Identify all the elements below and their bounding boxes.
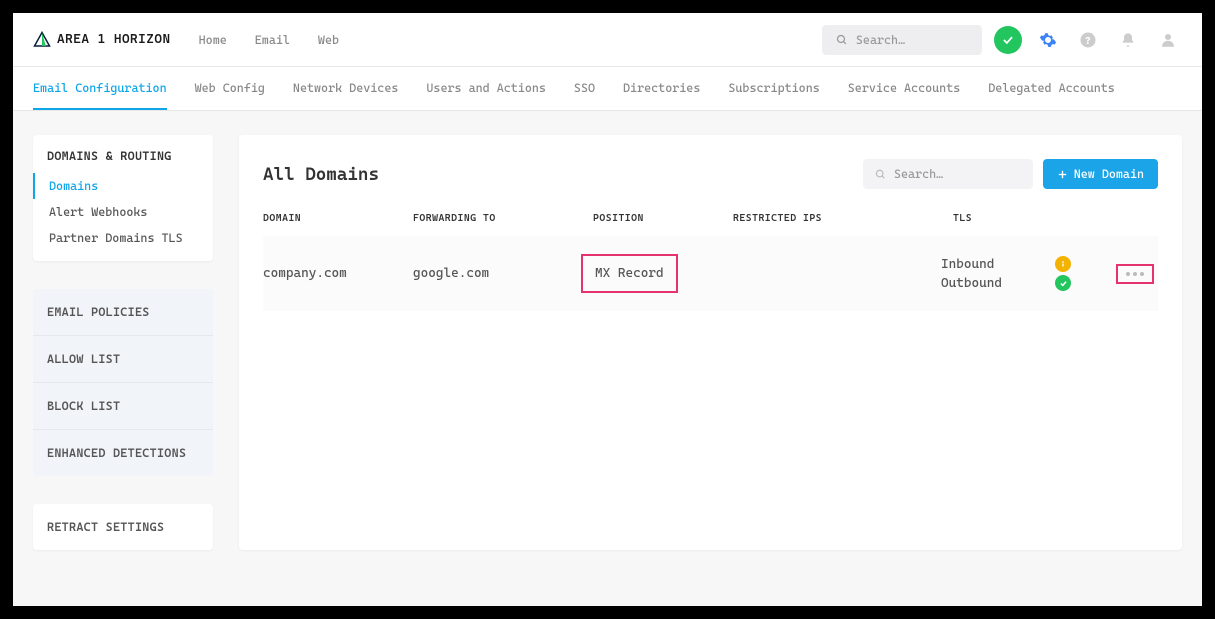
global-search[interactable]	[822, 25, 982, 55]
secondary-nav: Email Configuration Web Config Network D…	[13, 67, 1202, 111]
sidebar-section-retract-settings[interactable]: RETRACT SETTINGS	[33, 504, 213, 550]
col-position: Position	[593, 213, 733, 224]
user-icon[interactable]	[1154, 26, 1182, 54]
sidebar-item-partner-tls[interactable]: Partner Domains TLS	[33, 225, 213, 251]
top-nav: Home Email Web	[199, 33, 339, 47]
cell-tls: Inbound Outbound	[941, 256, 1071, 291]
domains-table: Domain Forwarding To Position Restricted…	[263, 213, 1158, 311]
check-icon	[1055, 275, 1071, 291]
bell-icon[interactable]	[1114, 26, 1142, 54]
logo-icon	[33, 31, 51, 49]
global-search-input[interactable]	[856, 33, 968, 47]
col-tls: TLS	[953, 213, 1083, 224]
tls-outbound-label: Outbound	[941, 276, 1002, 291]
help-icon[interactable]: ?	[1074, 26, 1102, 54]
sidebar-item-domains[interactable]: Domains	[33, 173, 213, 199]
tab-subscriptions[interactable]: Subscriptions	[728, 68, 819, 110]
search-icon	[875, 168, 886, 181]
settings-icon[interactable]	[1034, 26, 1062, 54]
page-title: All Domains	[263, 164, 379, 185]
col-forwarding: Forwarding To	[413, 213, 593, 224]
sidebar: DOMAINS & ROUTING Domains Alert Webhooks…	[33, 135, 213, 550]
tab-users-actions[interactable]: Users and Actions	[426, 68, 546, 110]
tab-network-devices[interactable]: Network Devices	[293, 68, 398, 110]
brand-name: AREA 1 HORIZON	[57, 32, 171, 47]
table-search[interactable]	[863, 159, 1033, 189]
cell-forwarding: google.com	[413, 266, 593, 281]
sidebar-section-block-list[interactable]: BLOCK LIST	[33, 383, 213, 430]
nav-home[interactable]: Home	[199, 33, 227, 47]
status-ok-icon[interactable]	[994, 26, 1022, 54]
plus-icon	[1057, 169, 1068, 180]
col-domain: Domain	[263, 213, 413, 224]
warning-icon	[1055, 256, 1071, 272]
sidebar-section-email-policies[interactable]: EMAIL POLICIES	[33, 289, 213, 336]
cell-domain: company.com	[263, 266, 413, 281]
tab-web-config[interactable]: Web Config	[195, 68, 265, 110]
new-domain-button[interactable]: New Domain	[1043, 159, 1158, 189]
brand-logo[interactable]: AREA 1 HORIZON	[33, 31, 171, 49]
tab-service-accounts[interactable]: Service Accounts	[848, 68, 961, 110]
new-domain-label: New Domain	[1074, 167, 1144, 181]
tls-inbound-label: Inbound	[941, 257, 994, 272]
main-panel: All Domains New Domain Domain Forward	[239, 135, 1182, 550]
ellipsis-icon	[1126, 272, 1144, 276]
row-actions-button[interactable]	[1116, 264, 1154, 284]
sidebar-section-enhanced-detections[interactable]: ENHANCED DETECTIONS	[33, 430, 213, 476]
sidebar-item-alert-webhooks[interactable]: Alert Webhooks	[33, 199, 213, 225]
nav-email[interactable]: Email	[255, 33, 290, 47]
col-restricted-ips: Restricted IPs	[733, 213, 953, 224]
nav-web[interactable]: Web	[318, 33, 339, 47]
tab-email-config[interactable]: Email Configuration	[33, 68, 167, 110]
cell-position: MX Record	[581, 254, 678, 293]
table-search-input[interactable]	[894, 167, 1021, 181]
search-icon	[836, 33, 848, 47]
tab-directories[interactable]: Directories	[623, 68, 700, 110]
tab-sso[interactable]: SSO	[574, 68, 595, 110]
sidebar-section-allow-list[interactable]: ALLOW LIST	[33, 336, 213, 383]
top-header: AREA 1 HORIZON Home Email Web ?	[13, 13, 1202, 67]
table-row: company.com google.com MX Record Inbound	[263, 236, 1158, 311]
sidebar-section-domains: DOMAINS & ROUTING Domains Alert Webhooks…	[33, 135, 213, 261]
svg-text:?: ?	[1085, 34, 1091, 46]
sidebar-section-title: DOMAINS & ROUTING	[33, 135, 213, 173]
tab-delegated-accounts[interactable]: Delegated Accounts	[988, 68, 1115, 110]
